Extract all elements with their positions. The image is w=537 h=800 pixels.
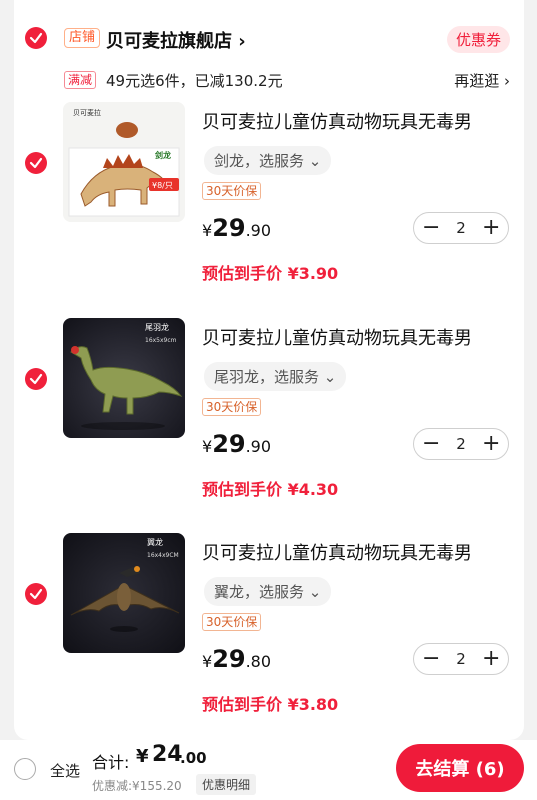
discount-amount: 优惠减:¥155.20 <box>92 779 182 793</box>
price-protection-badge: 30天价保 <box>202 613 262 631</box>
cart-item: 贝可麦拉 剑龙 ¥8/只 贝可麦拉儿童仿真动物玩具无毒男 剑龙，选服务 ⌄ 30… <box>14 102 524 302</box>
product-thumbnail[interactable]: 尾羽龙 16x5x9cm <box>63 318 185 438</box>
svg-text:贝可麦拉: 贝可麦拉 <box>73 108 101 117</box>
svg-text:尾羽龙: 尾羽龙 <box>145 322 169 332</box>
item-checkbox[interactable] <box>25 368 47 390</box>
unit-price: ¥29.90 <box>202 430 272 458</box>
feathered-dinosaur-image: 尾羽龙 16x5x9cm <box>63 318 185 438</box>
product-thumbnail[interactable]: 翼龙 16x4x9CM <box>63 533 185 653</box>
select-all-checkbox[interactable] <box>14 758 36 780</box>
item-checkbox[interactable] <box>25 152 47 174</box>
pterosaur-image: 翼龙 16x4x9CM <box>63 533 185 653</box>
checkmark-icon <box>29 373 43 385</box>
checkmark-icon <box>29 32 43 44</box>
store-header: 店铺 贝可麦拉旗舰店 › 优惠券 <box>14 18 524 58</box>
coupon-button[interactable]: 优惠券 <box>446 26 510 53</box>
quantity-value[interactable]: 2 <box>456 650 466 668</box>
total-amount: 24 <box>152 742 183 767</box>
quantity-stepper: − 2 + <box>413 643 509 675</box>
price-protection-badge: 30天价保 <box>202 398 262 416</box>
increase-button[interactable]: + <box>482 217 500 239</box>
unit-price: ¥29.90 <box>202 214 272 242</box>
cart-item: 尾羽龙 16x5x9cm 贝可麦拉儿童仿真动物玩具无毒男 尾羽龙，选服务 ⌄ 3… <box>14 318 524 518</box>
decrease-button[interactable]: − <box>422 217 440 239</box>
cart-item: 翼龙 16x4x9CM 贝可麦拉儿童仿真动物玩具无毒男 翼龙，选服务 ⌄ 30天… <box>14 533 524 733</box>
variant-selector[interactable]: 剑龙，选服务 ⌄ <box>204 146 332 175</box>
total-currency: ¥ <box>136 746 149 767</box>
stegosaurus-image: 贝可麦拉 剑龙 ¥8/只 <box>63 102 185 222</box>
quantity-value[interactable]: 2 <box>456 219 466 237</box>
estimated-price: 预估到手价 ¥3.80 <box>202 695 339 714</box>
svg-text:16x5x9cm: 16x5x9cm <box>145 337 177 344</box>
checkmark-icon <box>29 588 43 600</box>
svg-text:剑龙: 剑龙 <box>154 150 171 160</box>
variant-selector[interactable]: 翼龙，选服务 ⌄ <box>204 577 332 606</box>
checkout-bar: 全选 合计: ¥ 24 .00 优惠减:¥155.20 优惠明细 去结算 (6) <box>0 740 537 800</box>
item-checkbox[interactable] <box>25 583 47 605</box>
product-title[interactable]: 贝可麦拉儿童仿真动物玩具无毒男 <box>202 324 472 350</box>
quantity-stepper: − 2 + <box>413 212 509 244</box>
increase-button[interactable]: + <box>482 648 500 670</box>
continue-shopping-link[interactable]: 再逛逛 › <box>454 70 510 91</box>
estimated-price: 预估到手价 ¥3.90 <box>202 264 339 283</box>
estimated-price: 预估到手价 ¥4.30 <box>202 480 339 499</box>
svg-text:¥8/只: ¥8/只 <box>152 181 173 190</box>
store-tag: 店铺 <box>64 28 101 48</box>
promo-tag: 满减 <box>64 71 97 89</box>
store-checkbox[interactable] <box>25 27 47 49</box>
product-title[interactable]: 贝可麦拉儿童仿真动物玩具无毒男 <box>202 539 472 565</box>
decrease-button[interactable]: − <box>422 433 440 455</box>
checkmark-icon <box>29 157 43 169</box>
total-decimal: .00 <box>180 749 207 767</box>
discount-detail-button[interactable]: 优惠明细 <box>196 774 257 795</box>
increase-button[interactable]: + <box>482 433 500 455</box>
variant-selector[interactable]: 尾羽龙，选服务 ⌄ <box>204 362 347 391</box>
decrease-button[interactable]: − <box>422 648 440 670</box>
unit-price: ¥29.80 <box>202 645 272 673</box>
total-label: 合计: <box>92 753 130 772</box>
quantity-stepper: − 2 + <box>413 428 509 460</box>
checkout-button[interactable]: 去结算 (6) <box>396 744 524 792</box>
promo-text: 49元选6件，已减130.2元 <box>106 72 283 90</box>
promo-row: 满减 49元选6件，已减130.2元 再逛逛 › <box>14 68 524 94</box>
product-title[interactable]: 贝可麦拉儿童仿真动物玩具无毒男 <box>202 108 472 134</box>
price-protection-badge: 30天价保 <box>202 182 262 200</box>
store-name-link[interactable]: 贝可麦拉旗舰店 › <box>106 27 246 53</box>
quantity-value[interactable]: 2 <box>456 435 466 453</box>
product-thumbnail[interactable]: 贝可麦拉 剑龙 ¥8/只 <box>63 102 185 222</box>
svg-text:16x4x9CM: 16x4x9CM <box>147 552 179 559</box>
select-all-label[interactable]: 全选 <box>50 760 80 781</box>
svg-text:翼龙: 翼龙 <box>147 537 163 547</box>
cart-store-card: 店铺 贝可麦拉旗舰店 › 优惠券 满减 49元选6件，已减130.2元 再逛逛 … <box>14 0 524 740</box>
